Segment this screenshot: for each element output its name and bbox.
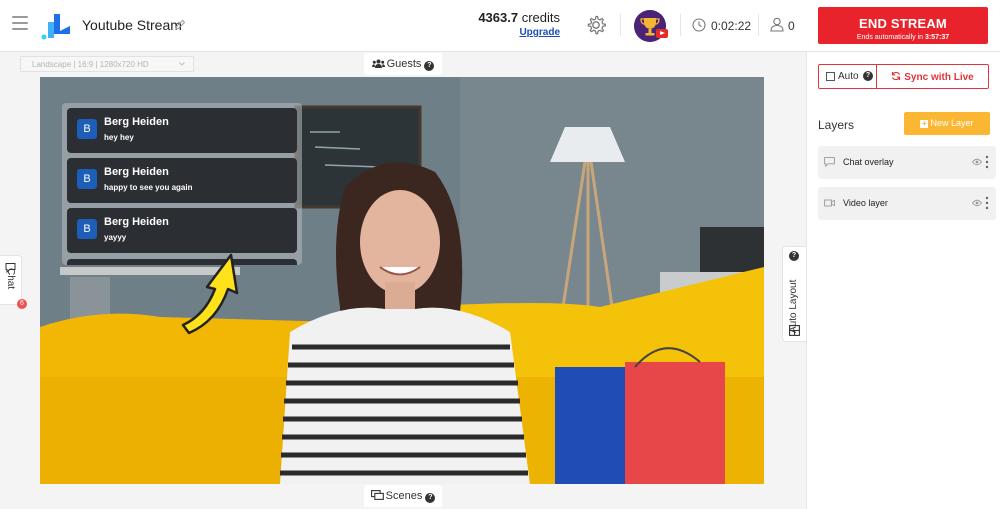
chat-text: hey hey	[104, 133, 134, 142]
format-select-value: Landscape | 16:9 | 1280x720 HD	[32, 60, 149, 69]
chat-message: B Berg Heiden hey hey	[67, 108, 297, 153]
header-divider	[680, 14, 681, 36]
layers-heading: Layers	[818, 118, 855, 132]
credits-label: credits	[521, 10, 560, 25]
stream-title: Youtube Stream	[82, 17, 182, 33]
new-layer-button[interactable]: + New Layer	[904, 112, 990, 135]
guests-icon	[371, 59, 385, 68]
chat-avatar: B	[77, 219, 97, 239]
gear-icon[interactable]	[585, 14, 607, 36]
chat-side-tab[interactable]: Chat	[0, 255, 22, 305]
eye-icon[interactable]	[972, 158, 982, 166]
scenes-tab[interactable]: Scenes?	[364, 485, 442, 507]
layer-item-video[interactable]: Video layer	[818, 187, 996, 220]
top-bar: Youtube Stream 4363.7 credits Upgrade 0:…	[0, 0, 1000, 52]
scenes-icon	[370, 490, 384, 500]
chevron-down-icon	[179, 62, 185, 66]
auto-label: Auto	[838, 71, 859, 82]
help-icon[interactable]: ?	[863, 71, 873, 81]
format-select[interactable]: Landscape | 16:9 | 1280x720 HD	[20, 56, 194, 72]
chat-text: yayyy	[104, 233, 127, 242]
header-divider	[758, 14, 759, 36]
chat-overlay[interactable]: B Berg Heiden hey hey B Berg Heiden happ…	[62, 103, 302, 265]
chat-avatar: B	[77, 119, 97, 139]
arrow-annotation-icon	[181, 253, 239, 335]
layer-name: Chat overlay	[843, 157, 894, 167]
viewers-icon	[770, 17, 784, 32]
youtube-icon	[656, 29, 668, 38]
new-layer-label: New Layer	[930, 118, 974, 128]
credits-value: 4363.7	[478, 10, 519, 25]
upgrade-link[interactable]: Upgrade	[478, 27, 560, 38]
eye-icon[interactable]	[972, 199, 982, 207]
credits-display: 4363.7 credits	[478, 10, 560, 25]
end-stream-button[interactable]: END STREAM Ends automatically in 3:57:37	[818, 7, 988, 44]
header-divider	[620, 14, 621, 36]
layout-grid-icon	[789, 325, 800, 336]
sync-icon	[892, 71, 901, 80]
help-icon[interactable]: ?	[424, 61, 435, 71]
sync-with-live-button[interactable]: Sync with Live	[877, 65, 988, 88]
plus-icon: +	[920, 119, 929, 128]
chat-unread-badge: 6	[17, 299, 27, 309]
sync-label: Sync with Live	[904, 71, 974, 83]
viewer-count: 0	[788, 19, 795, 33]
menu-icon[interactable]	[12, 16, 28, 30]
chat-author: Berg Heiden	[104, 116, 169, 128]
end-stream-label: END STREAM	[859, 15, 947, 31]
video-camera-icon	[824, 199, 835, 207]
chat-bubble-icon	[824, 157, 835, 167]
guests-tab[interactable]: Guests?	[364, 53, 442, 75]
chat-tab-label: Chat	[5, 268, 16, 290]
chat-author: Berg Heiden	[104, 166, 169, 178]
auto-layout-tab[interactable]: ? Auto Layout	[782, 246, 806, 342]
help-icon[interactable]: ?	[425, 493, 436, 503]
app-logo-icon	[41, 14, 70, 40]
layer-name: Video layer	[843, 198, 888, 208]
layer-item-chat-overlay[interactable]: Chat overlay	[818, 146, 996, 179]
chat-text: happy to see you again	[104, 183, 193, 192]
chat-author: Berg Heiden	[104, 216, 169, 228]
end-stream-subtitle: Ends automatically in 3:57:37	[818, 34, 988, 41]
help-icon[interactable]: ?	[789, 251, 799, 261]
scenes-label: Scenes	[385, 490, 423, 502]
more-options-icon[interactable]	[985, 155, 989, 169]
stream-preview[interactable]: B Berg Heiden hey hey B Berg Heiden happ…	[40, 77, 764, 484]
guests-label: Guests	[386, 58, 422, 70]
clock-icon	[692, 18, 706, 32]
chat-avatar: B	[77, 169, 97, 189]
chat-message: B Berg Heiden yayyy	[67, 208, 297, 253]
end-stream-sub-text: Ends automatically in	[856, 33, 924, 41]
end-stream-countdown: 3:57:37	[924, 33, 950, 41]
edit-title-icon[interactable]	[174, 19, 186, 31]
stream-timer: 0:02:22	[711, 19, 752, 33]
chat-message: B Berg Heiden happy to see you again	[67, 158, 297, 203]
more-options-icon[interactable]	[985, 196, 989, 210]
auto-checkbox[interactable]	[826, 72, 835, 81]
